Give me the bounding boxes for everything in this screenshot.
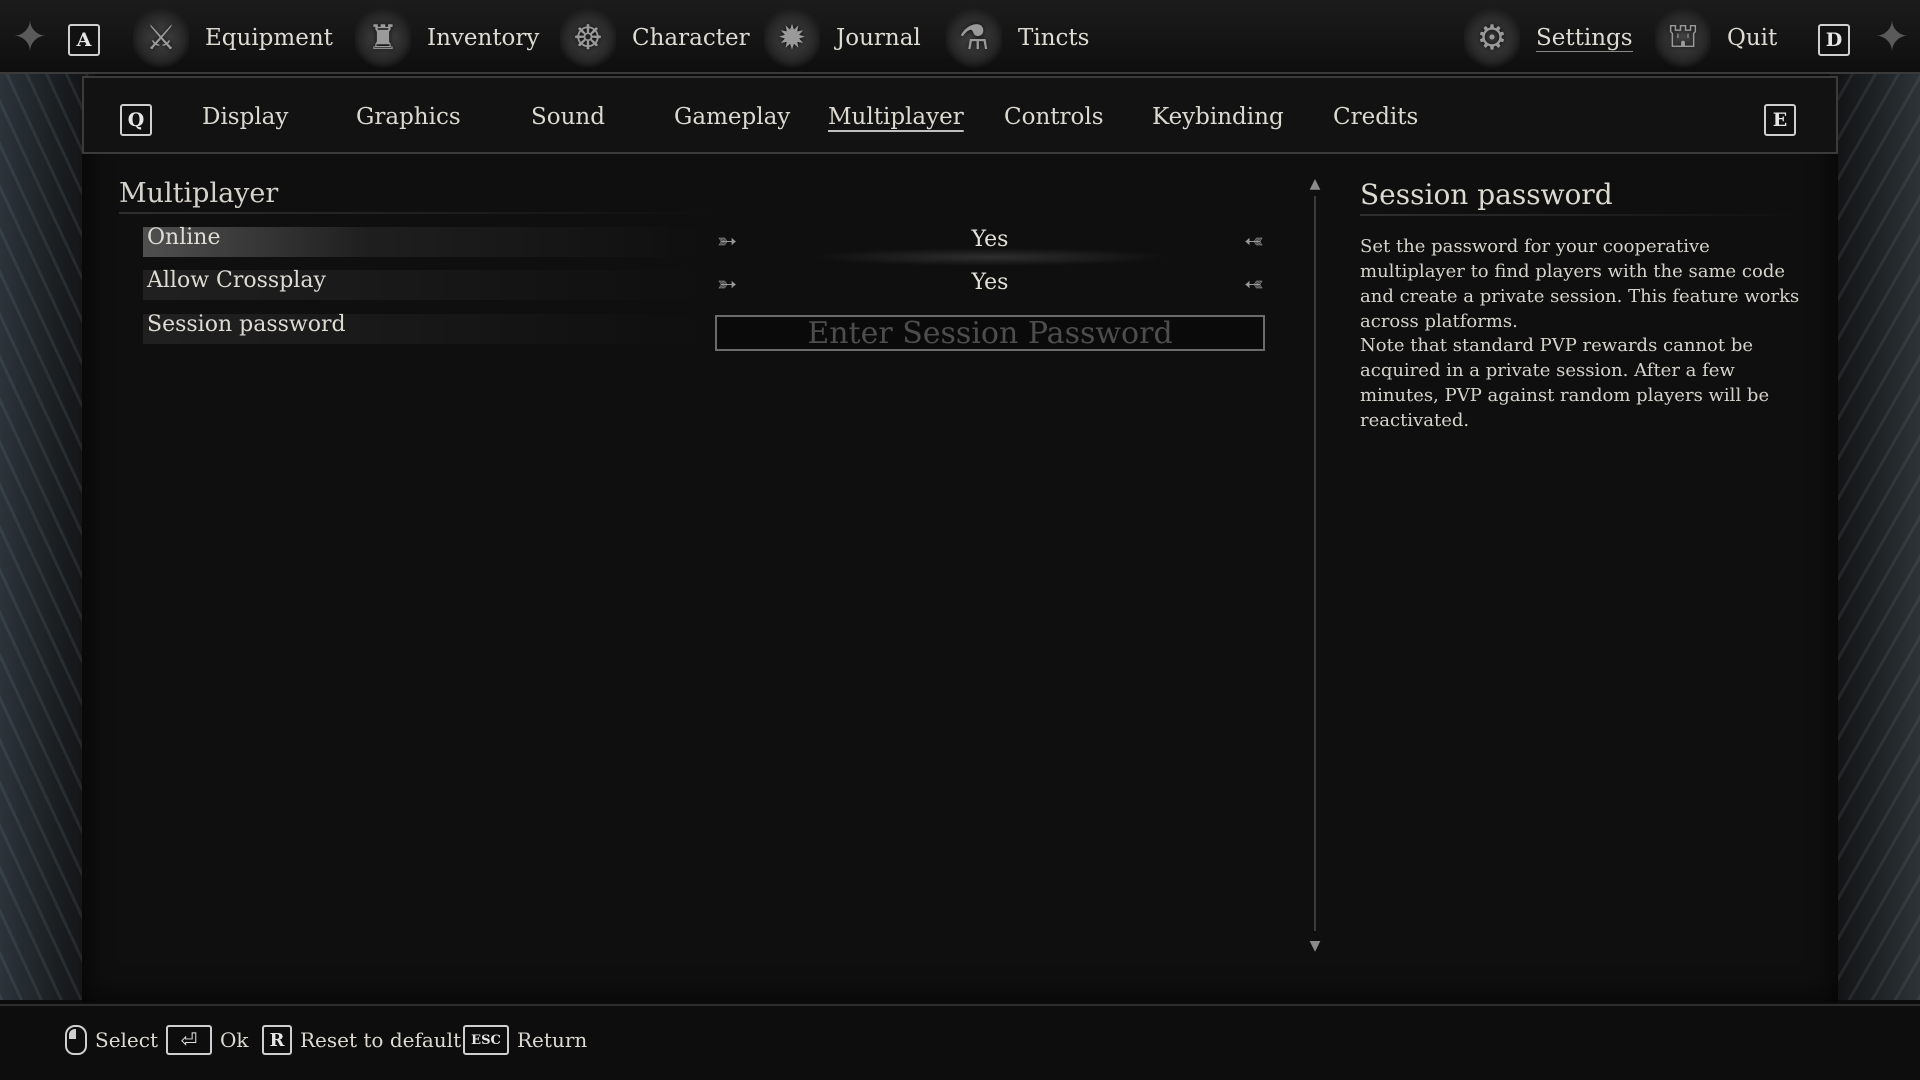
tab-sound[interactable]: Sound <box>531 104 605 130</box>
info-divider <box>1360 214 1800 216</box>
background-right-texture <box>1830 70 1920 1000</box>
enter-key-icon: ⏎ <box>166 1025 212 1055</box>
journal-icon: ✹ <box>764 6 820 70</box>
quit-icon: ⛫ <box>1655 6 1711 70</box>
crossplay-left-arrow-icon[interactable]: ➳ <box>712 269 742 299</box>
hint-select-label: Select <box>95 1028 159 1052</box>
settings-panel: Q Display Graphics Sound Gameplay Multip… <box>82 76 1838 1002</box>
row-highlight <box>143 227 703 257</box>
setting-value-online: Yes <box>971 227 1009 252</box>
reset-key: R <box>262 1025 292 1055</box>
background-left-texture <box>0 70 95 1000</box>
tab-left-key[interactable]: Q <box>120 104 152 136</box>
setting-row-online[interactable]: Online <box>143 225 787 259</box>
crossplay-right-arrow-icon[interactable]: ➳ <box>1239 269 1269 299</box>
settings-scrollbar[interactable]: ▲ ▼ <box>1307 176 1323 956</box>
hint-reset-label: Reset to default <box>300 1028 462 1052</box>
hint-reset[interactable]: R Reset to default <box>262 1024 461 1056</box>
tincts-icon: ⚗ <box>946 6 1002 70</box>
nav-label-quit: Quit <box>1727 25 1778 51</box>
top-navigation-bar: ✦ A ⚔ Equipment ♜ Inventory ☸ Character … <box>0 0 1920 74</box>
esc-key: ESC <box>463 1025 509 1055</box>
nav-left-key[interactable]: A <box>68 24 100 56</box>
setting-row-crossplay[interactable]: Allow Crossplay <box>143 268 787 302</box>
nav-label-equipment: Equipment <box>205 25 333 51</box>
inventory-icon: ♜ <box>355 6 411 70</box>
nav-item-quit[interactable]: ⛫ Quit <box>1655 6 1778 70</box>
hint-return[interactable]: ESC Return <box>463 1024 587 1056</box>
tab-graphics[interactable]: Graphics <box>356 104 461 130</box>
tab-gameplay[interactable]: Gameplay <box>674 104 790 130</box>
info-title: Session password <box>1360 178 1613 211</box>
setting-label-crossplay: Allow Crossplay <box>147 268 326 293</box>
section-divider <box>119 212 719 214</box>
session-password-placeholder: Enter Session Password <box>807 315 1173 351</box>
nav-item-journal[interactable]: ✹ Journal <box>764 6 921 70</box>
online-right-arrow-icon[interactable]: ➳ <box>1239 226 1269 256</box>
section-title: Multiplayer <box>119 178 279 209</box>
scroll-up-icon[interactable]: ▲ <box>1307 176 1323 194</box>
tab-display[interactable]: Display <box>202 104 288 130</box>
nav-label-tincts: Tincts <box>1018 25 1090 51</box>
equipment-icon: ⚔ <box>133 6 189 70</box>
tab-credits[interactable]: Credits <box>1333 104 1418 130</box>
setting-label-session-password: Session password <box>147 312 346 337</box>
tab-keybinding[interactable]: Keybinding <box>1152 104 1284 130</box>
nav-item-settings[interactable]: ⚙ Settings <box>1464 6 1633 70</box>
scroll-track-line[interactable] <box>1314 196 1316 931</box>
nav-item-equipment[interactable]: ⚔ Equipment <box>133 6 333 70</box>
hint-return-label: Return <box>517 1028 588 1052</box>
setting-row-session-password[interactable]: Session password <box>143 312 787 346</box>
tab-controls[interactable]: Controls <box>1004 104 1104 130</box>
tab-multiplayer[interactable]: Multiplayer <box>828 104 964 130</box>
session-password-input[interactable]: Enter Session Password <box>715 315 1265 351</box>
corner-ornament-left-icon: ✦ <box>12 11 48 61</box>
mouse-icon <box>65 1025 87 1055</box>
nav-label-inventory: Inventory <box>427 25 540 51</box>
scroll-down-icon[interactable]: ▼ <box>1307 938 1323 956</box>
hint-select[interactable]: Select <box>65 1024 158 1056</box>
nav-label-character: Character <box>632 25 750 51</box>
nav-label-settings: Settings <box>1536 24 1633 52</box>
setting-value-crossplay: Yes <box>971 270 1009 295</box>
character-icon: ☸ <box>560 6 616 70</box>
tab-right-key[interactable]: E <box>1764 104 1796 136</box>
info-paragraph-1: Set the password for your cooperative mu… <box>1360 236 1800 332</box>
setting-label-online: Online <box>147 225 221 250</box>
nav-item-tincts[interactable]: ⚗ Tincts <box>946 6 1090 70</box>
online-left-arrow-icon[interactable]: ➳ <box>712 226 742 256</box>
nav-label-journal: Journal <box>836 25 921 51</box>
hint-ok[interactable]: ⏎ Ok <box>166 1024 249 1056</box>
nav-item-character[interactable]: ☸ Character <box>560 6 750 70</box>
nav-item-inventory[interactable]: ♜ Inventory <box>355 6 540 70</box>
settings-tab-bar: Q Display Graphics Sound Gameplay Multip… <box>82 76 1838 154</box>
info-paragraph-2: Note that standard PVP rewards cannot be… <box>1360 335 1770 431</box>
settings-icon: ⚙ <box>1464 6 1520 70</box>
corner-ornament-right-icon: ✦ <box>1874 11 1910 61</box>
hint-ok-label: Ok <box>220 1028 249 1052</box>
nav-right-key[interactable]: D <box>1818 24 1850 56</box>
